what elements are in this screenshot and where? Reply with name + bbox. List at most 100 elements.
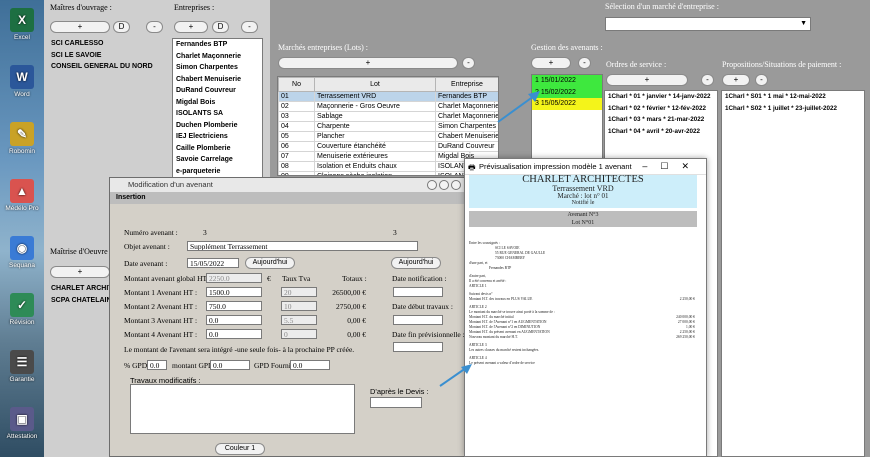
table-row[interactable]: 04 Charpente Simon Charpentes [278,121,498,132]
date-input[interactable]: 15/05/2022 [187,258,239,268]
printer-icon: 🖶 [468,163,476,172]
column-header[interactable]: No [278,77,315,92]
tva2-input[interactable]: 10 [281,301,317,311]
close-icon[interactable] [451,180,461,190]
remove-ordre-button[interactable]: - [701,74,714,86]
remove-lot-button[interactable]: - [462,57,475,69]
list-item[interactable]: Caille Plomberie [173,143,262,155]
marche-select[interactable]: ▼ [605,17,811,31]
desktop-icon[interactable]: ✓ Révision [4,293,40,326]
desktop-icon[interactable]: W Word [4,65,40,98]
list-item[interactable]: SCI CARLESSO [48,38,167,50]
add-lot-button[interactable]: + [278,57,458,69]
minimize-icon[interactable] [427,180,437,190]
list-item[interactable]: 1Charl * 04 * avril * 20-avr-2022 [605,126,717,138]
d-entreprise-button[interactable]: D [212,21,229,33]
tva4-input[interactable]: 0 [281,329,317,339]
notification-today-button[interactable]: Aujourd'hui [391,257,441,269]
global-input[interactable]: 2250.0 [206,273,262,283]
table-row[interactable]: 01 Terrassement VRD Fernandes BTP [278,91,498,102]
list-item[interactable]: IEJ Electriciens [173,131,262,143]
list-item[interactable]: CHARLET ARCHITECTES [48,283,118,295]
list-item[interactable]: Simon Charpentes [173,62,262,74]
add-moe-button[interactable]: + [50,266,110,278]
notification-input[interactable] [393,287,443,297]
list-item[interactable]: 1Charl * S02 * 1 juillet * 23-juillet-20… [722,103,864,115]
desktop-icon[interactable]: ▲ Médélo Pro [4,179,40,212]
desktop-icon-label: Excel [14,34,30,41]
list-item[interactable]: Charlet Maçonnerie [173,51,262,63]
date-today-button[interactable]: Aujourd'hui [245,257,295,269]
remove-maitre-button[interactable]: - [146,21,163,33]
list-item[interactable]: e-parqueterie [173,166,262,178]
montant1-input[interactable]: 1500.0 [206,287,262,297]
table-row[interactable]: 05 Plancher Chabert Menuiserie [278,131,498,142]
desktop-icon[interactable]: X Excel [4,8,40,41]
list-item[interactable]: Migdal Bois [173,97,262,109]
selection-title: Sélection d'un marché d'entreprise : [605,2,719,11]
list-item[interactable]: CONSEIL GENERAL DU NORD [48,61,167,73]
list-item[interactable]: Savoie Carrelage [173,154,262,166]
add-ordre-button[interactable]: + [606,74,688,86]
table-row[interactable]: 03 Sablage Charlet Maçonnerie [278,111,498,122]
add-avenant-button[interactable]: + [531,57,571,69]
list-item[interactable]: 1Charl * 02 * février * 12-fév-2022 [605,103,717,115]
list-item[interactable]: SCPA CHATELAIN [48,295,118,307]
list-item[interactable]: 1Charl * 03 * mars * 21-mar-2022 [605,114,717,126]
list-item[interactable]: 1Charl * 01 * janvier * 14-janv-2022 [605,91,717,103]
list-item[interactable]: SCI LE SAVOIE [48,50,167,62]
travaux-textarea[interactable] [130,384,355,434]
fin-input[interactable] [393,342,443,352]
montant4-input[interactable]: 0.0 [206,329,262,339]
list-item[interactable]: DuRand Couvreur [173,85,262,97]
insertion-tab[interactable]: Insertion [110,192,467,204]
entreprises-list[interactable]: Fernandes BTP Charlet Maçonnerie Simon Cha… [172,38,263,178]
numero-right-value: 3 [393,228,397,237]
devis-input[interactable] [370,397,422,408]
window-controls: –☐✕ [642,161,702,172]
add-maitre-button[interactable]: + [50,21,110,33]
debut-input[interactable] [393,315,443,325]
add-proposition-button[interactable]: + [722,74,750,86]
maitrise-oeuvre-list[interactable]: CHARLET ARCHITECTESSCPA CHATELAIN [48,283,118,313]
list-item[interactable]: Chabert Menuiserie [173,74,262,86]
close-icon[interactable]: ✕ [681,161,702,171]
doc-line-text: ARTICLE 2 [469,305,487,309]
table-cell: Isolation et Enduits chaux [314,161,436,172]
list-item[interactable]: 1Charl * S01 * 1 mai * 12-mai-2022 [722,91,864,103]
app-icon: ✓ [10,293,34,317]
table-row[interactable]: 06 Couverture étanchéité DuRand Couvreur [278,141,498,152]
objet-input[interactable]: Supplément Terrassement [187,241,418,251]
remove-entreprise-button[interactable]: - [241,21,258,33]
maximize-icon[interactable]: ☐ [660,161,681,171]
montant3-input[interactable]: 0.0 [206,315,262,325]
montant-gpd-input[interactable]: 0.0 [210,360,250,370]
montant2-input[interactable]: 750.0 [206,301,262,311]
d-maitre-button[interactable]: D [113,21,130,33]
minimize-icon[interactable]: – [642,161,660,171]
propositions-list[interactable]: 1Charl * S01 * 1 mai * 12-mai-2022 1Charl… [721,90,865,457]
column-header[interactable]: Lot [314,77,436,92]
list-item[interactable]: Fernandes BTP [173,39,262,51]
couleur-button[interactable]: Couleur 1 [215,443,265,455]
gpd-label: % GPD [124,361,148,370]
gpd-input[interactable]: 0.0 [147,360,167,370]
list-item[interactable]: Duchen Plomberie [173,120,262,132]
list-item[interactable]: ISOLANTS SA [173,108,262,120]
table-cell: 07 [278,151,315,162]
maximize-icon[interactable] [439,180,449,190]
notification-label: Date notification : [392,274,447,283]
remove-proposition-button[interactable]: - [755,74,768,86]
desktop-icon[interactable]: ✎ Robomin [4,122,40,155]
add-entreprise-button[interactable]: + [174,21,208,33]
tva3-input[interactable]: 5.5 [281,315,317,325]
remove-avenant-button[interactable]: - [578,57,591,69]
chevron-down-icon: ▼ [800,20,807,27]
desktop-icon[interactable]: ▣ Attestation [4,407,40,440]
gpd-fournie-input[interactable]: 0.0 [290,360,330,370]
table-row[interactable]: 02 Maçonnerie - Gros Oeuvre Charlet Maçonn… [278,101,498,112]
table-cell: 05 [278,131,315,142]
tva1-input[interactable]: 20 [281,287,317,297]
desktop-icon[interactable]: ◉ Sequana [4,236,40,269]
desktop-icon[interactable]: ☰ Garantie [4,350,40,383]
